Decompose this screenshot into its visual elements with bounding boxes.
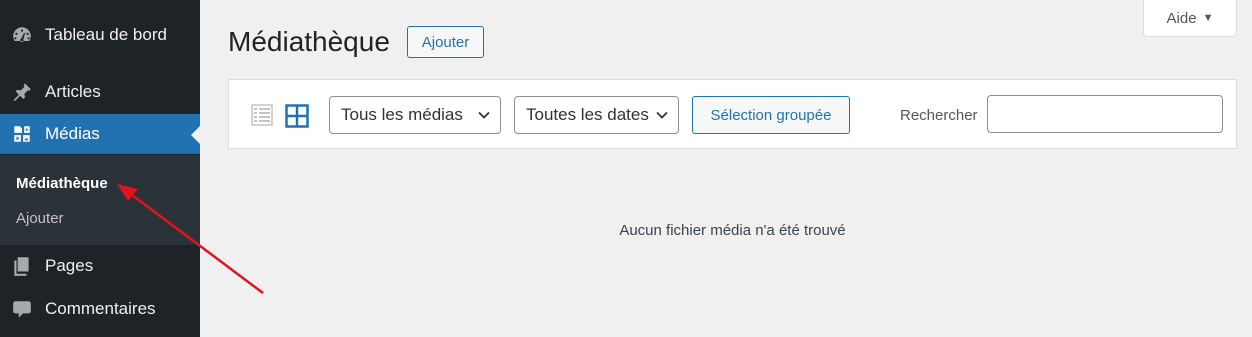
sidebar-item-label: Articles — [45, 82, 101, 101]
caret-down-icon: ▼ — [1202, 12, 1214, 24]
help-label: Aide — [1166, 9, 1197, 27]
sidebar-item-commentaires[interactable]: Commentaires — [0, 289, 200, 329]
help-button[interactable]: Aide ▼ — [1143, 0, 1237, 37]
pages-icon — [11, 255, 33, 277]
sidebar-item-articles[interactable]: Articles — [0, 72, 200, 112]
submenu-item-mediatheque[interactable]: Médiathèque — [16, 175, 108, 192]
sidebar-item-label: Médias — [45, 124, 100, 143]
chevron-down-icon — [478, 111, 490, 119]
media-type-select[interactable]: Tous les médias — [329, 96, 501, 134]
add-media-button[interactable]: Ajouter — [407, 26, 484, 58]
empty-state-message: Aucun fichier média n'a été trouvé — [619, 222, 846, 239]
active-indicator — [191, 126, 200, 144]
media-type-value: Tous les médias — [341, 105, 463, 124]
page-title: Médiathèque — [228, 26, 390, 57]
comment-icon — [11, 298, 33, 320]
chevron-down-icon — [656, 111, 668, 119]
media-toolbar: Tous les médias Toutes les dates Sélecti… — [228, 79, 1237, 149]
submenu-item-ajouter[interactable]: Ajouter — [16, 210, 64, 227]
sidebar-item-label: Tableau de bord — [45, 25, 167, 44]
search-label: Rechercher — [900, 107, 978, 124]
list-view-icon[interactable] — [251, 104, 273, 126]
sidebar-item-label: Pages — [45, 256, 94, 275]
pin-icon — [11, 81, 33, 103]
date-filter-select[interactable]: Toutes les dates — [514, 96, 679, 134]
bulk-select-button[interactable]: Sélection groupée — [692, 96, 850, 134]
dashboard-icon — [11, 24, 33, 46]
date-filter-value: Toutes les dates — [526, 105, 649, 124]
grid-view-icon[interactable] — [285, 104, 309, 128]
search-input[interactable] — [987, 95, 1223, 133]
sidebar-item-dashboard[interactable]: Tableau de bord — [0, 15, 200, 55]
sidebar-item-medias[interactable]: Médias — [0, 114, 200, 154]
sidebar-submenu: Médiathèque Ajouter — [0, 155, 200, 245]
sidebar-item-label: Commentaires — [45, 299, 156, 318]
admin-sidebar: Tableau de bord Articles Médias Médiathè… — [0, 0, 200, 337]
media-icon — [11, 123, 33, 145]
sidebar-item-pages[interactable]: Pages — [0, 246, 200, 286]
